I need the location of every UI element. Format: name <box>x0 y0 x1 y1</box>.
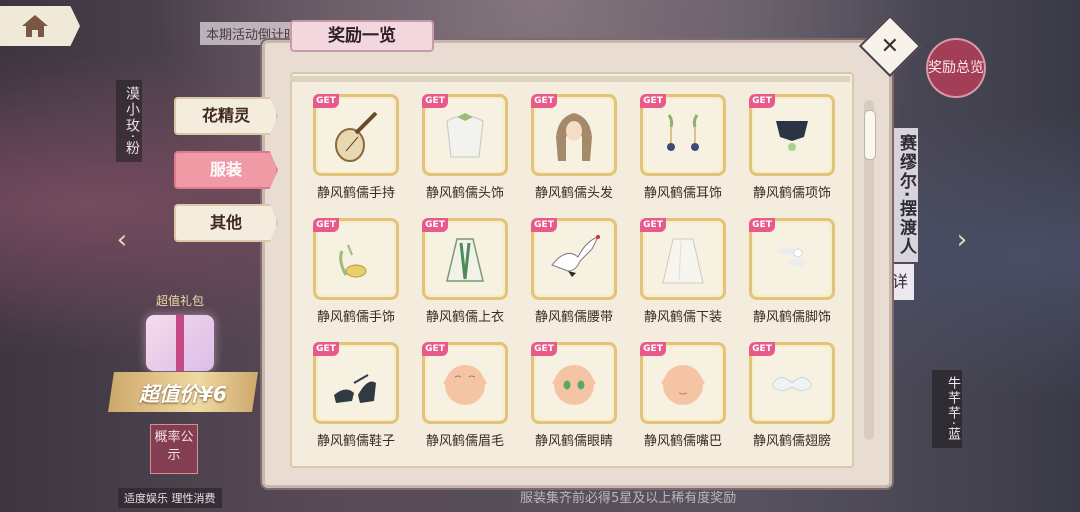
get-badge: GET <box>313 342 339 356</box>
bracelet-icon <box>339 244 367 278</box>
headpiece-icon <box>446 113 484 158</box>
item-name: 静风鹤儒眉毛 <box>425 434 504 449</box>
item-name: 静风鹤儒头发 <box>534 186 613 201</box>
reward-item[interactable]: GET 静风鹤儒耳饰 <box>633 94 733 206</box>
item-card[interactable]: GET <box>749 342 835 424</box>
item-card[interactable]: GET <box>749 94 835 176</box>
eyebrow-icon <box>443 365 487 405</box>
item-name: 静风鹤儒嘴巴 <box>643 434 722 449</box>
get-badge: GET <box>749 218 775 232</box>
item-card[interactable]: GET <box>422 342 508 424</box>
reward-item[interactable]: GET 静风鹤儒鞋子 <box>306 342 406 454</box>
reward-item[interactable]: GET 静风鹤儒头发 <box>524 94 624 206</box>
eyes-icon <box>552 365 596 405</box>
item-name: 静风鹤儒鞋子 <box>316 434 395 449</box>
tab-clothing[interactable]: 服装 <box>174 151 278 189</box>
shoes-icon <box>334 374 376 403</box>
top-icon <box>446 238 484 282</box>
get-badge: GET <box>531 342 557 356</box>
item-card[interactable]: GET <box>749 218 835 300</box>
hair-icon <box>556 113 592 161</box>
item-card[interactable]: GET <box>531 218 617 300</box>
wings-icon <box>771 377 813 391</box>
pipa-icon <box>335 111 378 162</box>
reward-item[interactable]: GET 静风鹤儒下装 <box>633 218 733 330</box>
reward-item[interactable]: GET 静风鹤儒腰带 <box>524 218 624 330</box>
item-name: 静风鹤儒腰带 <box>534 310 613 325</box>
earring-icon <box>667 114 699 151</box>
reward-item[interactable]: GET 静风鹤儒眼睛 <box>524 342 624 454</box>
item-card[interactable]: GET <box>531 342 617 424</box>
modal-title: 奖励一览 <box>290 20 434 52</box>
tab-flower-spirit[interactable]: 花精灵 <box>174 97 278 135</box>
item-name: 静风鹤儒手持 <box>316 186 395 201</box>
tab-other[interactable]: 其他 <box>174 204 278 242</box>
skirt-icon <box>662 238 704 284</box>
reward-item[interactable]: GET 静风鹤儒手饰 <box>306 218 406 330</box>
item-name: 静风鹤儒下装 <box>643 310 722 325</box>
get-badge: GET <box>749 94 775 108</box>
item-card[interactable]: GET <box>422 94 508 176</box>
get-badge: GET <box>422 218 448 232</box>
item-name: 静风鹤儒耳饰 <box>643 186 722 201</box>
crane-icon <box>551 235 600 277</box>
reward-item[interactable]: GET 静风鹤儒上衣 <box>415 218 515 330</box>
item-card[interactable]: GET <box>531 94 617 176</box>
item-card[interactable]: GET <box>313 218 399 300</box>
item-name: 静风鹤儒项饰 <box>752 186 831 201</box>
item-card[interactable]: GET <box>640 218 726 300</box>
item-card[interactable]: GET <box>313 342 399 424</box>
get-badge: GET <box>422 94 448 108</box>
reward-item[interactable]: GET 静风鹤儒项饰 <box>742 94 842 206</box>
content-divider <box>290 76 850 82</box>
get-badge: GET <box>640 218 666 232</box>
get-badge: GET <box>640 94 666 108</box>
reward-item[interactable]: GET 静风鹤儒嘴巴 <box>633 342 733 454</box>
reward-item[interactable]: GET 静风鹤儒脚饰 <box>742 218 842 330</box>
reward-item[interactable]: GET 静风鹤儒翅膀 <box>742 342 842 454</box>
item-name: 静风鹤儒头饰 <box>425 186 504 201</box>
get-badge: GET <box>313 94 339 108</box>
item-name: 静风鹤儒翅膀 <box>752 434 831 449</box>
item-name: 静风鹤儒眼睛 <box>534 434 613 449</box>
item-name: 静风鹤儒上衣 <box>425 310 504 325</box>
item-card[interactable]: GET <box>640 342 726 424</box>
reward-item[interactable]: GET 静风鹤儒眉毛 <box>415 342 515 454</box>
item-card[interactable]: GET <box>313 94 399 176</box>
get-badge: GET <box>640 342 666 356</box>
get-badge: GET <box>531 94 557 108</box>
get-badge: GET <box>313 218 339 232</box>
mouth-icon <box>661 365 705 405</box>
necklace-icon <box>776 121 808 151</box>
close-icon: ✕ <box>880 33 900 59</box>
item-card[interactable]: GET <box>640 94 726 176</box>
reward-item[interactable]: GET 静风鹤儒手持 <box>306 94 406 206</box>
reward-item[interactable]: GET 静风鹤儒头饰 <box>415 94 515 206</box>
item-name: 静风鹤儒手饰 <box>316 310 395 325</box>
get-badge: GET <box>422 342 448 356</box>
get-badge: GET <box>531 218 557 232</box>
scrollbar-thumb[interactable] <box>864 110 876 160</box>
anklet-icon <box>777 247 806 268</box>
get-badge: GET <box>749 342 775 356</box>
item-grid: GET 静风鹤儒手持 GET 静风鹤儒头饰 GET 静风鹤儒头发 GET 静风鹤儒耳饰 GET 静… <box>306 94 846 454</box>
item-name: 静风鹤儒脚饰 <box>752 310 831 325</box>
item-card[interactable]: GET <box>422 218 508 300</box>
